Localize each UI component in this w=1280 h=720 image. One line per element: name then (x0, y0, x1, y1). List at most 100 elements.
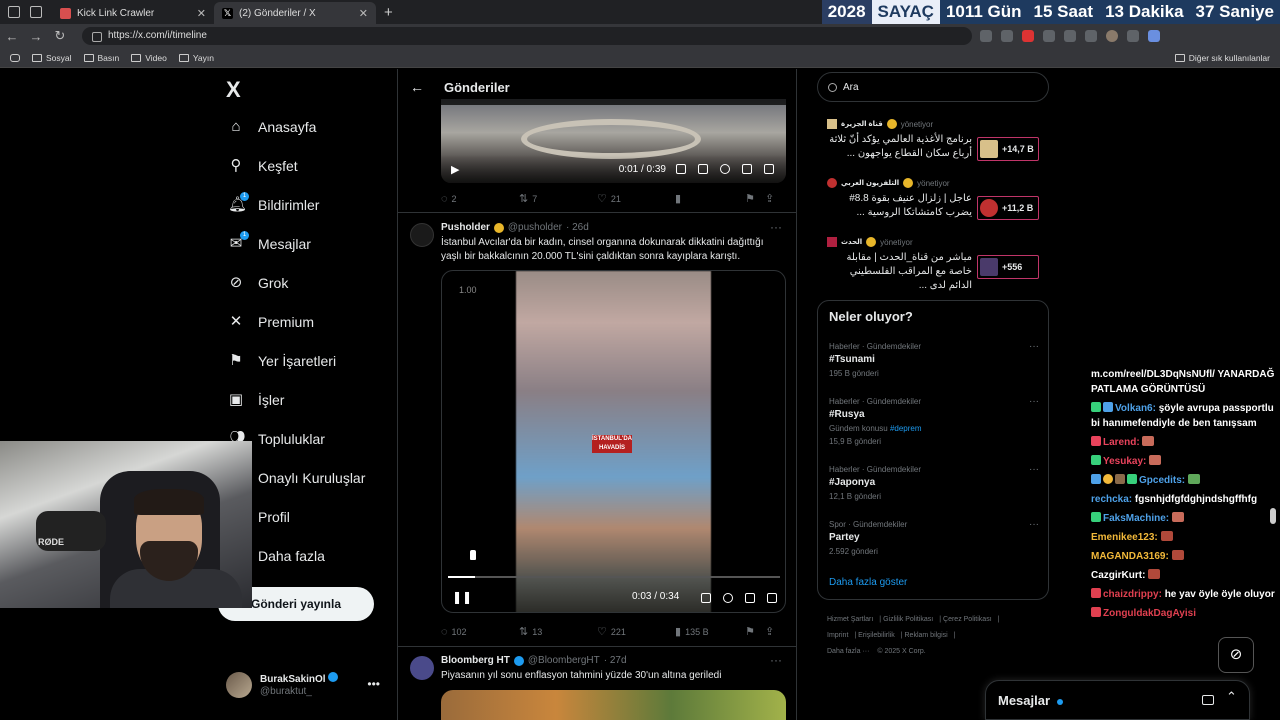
views-button[interactable]: ▮ (675, 192, 745, 205)
bookmark-button[interactable]: ⚑ (745, 625, 765, 638)
pip-icon[interactable] (742, 164, 752, 174)
tweet-age[interactable]: · 27d (604, 655, 627, 666)
new-tab-button[interactable]: + (384, 4, 393, 21)
back-arrow-icon[interactable]: ← (0, 29, 24, 44)
bookmarks-toggle-icon[interactable] (10, 53, 20, 62)
show-more-link[interactable]: Daha fazla göster (829, 577, 907, 588)
account-more-icon[interactable]: ••• (367, 677, 380, 691)
trend-more-icon[interactable]: ··· (1029, 341, 1039, 352)
extension-icon[interactable] (980, 30, 992, 42)
trend-item[interactable]: Haberler · Gündemdekiler #Tsunami 195 B … (829, 341, 1039, 380)
avatar[interactable] (410, 656, 434, 680)
like-button[interactable]: ♡ 221 (597, 625, 675, 638)
captions-icon[interactable] (676, 164, 686, 174)
volume-icon[interactable] (701, 593, 711, 603)
sidebar-item-jobs[interactable]: ▣ İşler (228, 392, 285, 409)
share-button[interactable]: ⇪ (765, 625, 774, 638)
url-input[interactable]: https://x.com/i/timeline (82, 27, 972, 45)
video-player-1[interactable]: ▶ 0:01 / 0:39 (441, 99, 786, 183)
profile-avatar-icon[interactable] (1106, 30, 1118, 42)
repost-button[interactable]: ⇅ 13 (519, 625, 597, 638)
page-scrollbar[interactable] (1270, 508, 1276, 524)
video-progress-bar[interactable] (448, 576, 780, 578)
pause-icon[interactable]: ❚❚ (452, 590, 472, 604)
sidebar-item-bookmarks[interactable]: ⚑ Yer İşaretleri (228, 353, 336, 370)
bookmark-folder-sosyal[interactable]: Sosyal (32, 53, 72, 63)
other-bookmarks[interactable]: Diğer sık kullanılanlar (1174, 53, 1270, 63)
pip-icon[interactable] (745, 593, 755, 603)
expand-icon[interactable]: ⌃ (1226, 689, 1237, 705)
footer-link[interactable]: Gizlilik Politikası (883, 616, 933, 623)
fullscreen-icon[interactable] (764, 164, 774, 174)
sidebar-item-premium[interactable]: ✕ Premium (228, 314, 314, 331)
extension-icon[interactable] (1001, 30, 1013, 42)
settings-icon[interactable] (723, 593, 733, 603)
footer-link[interactable]: Daha fazla ··· (827, 648, 869, 655)
tweet-age[interactable]: · 26d (566, 222, 589, 233)
repost-button[interactable]: ⇅ 7 (519, 192, 597, 205)
sidebar-item-explore[interactable]: ⚲ Keşfet (228, 158, 298, 175)
messages-dock[interactable]: Mesajlar ⌃ (985, 680, 1250, 720)
extension-icon[interactable] (1064, 30, 1076, 42)
fullscreen-icon[interactable] (767, 593, 777, 603)
browser-tab-x[interactable]: 𝕏 (2) Gönderiler / X ✕ (214, 2, 376, 24)
promoted-item[interactable]: الحدث yönetiyor مباشر من قناة_الحدث | مقا… (827, 237, 1047, 293)
tweet-image[interactable] (441, 690, 786, 720)
browser-tab-kick[interactable]: Kick Link Crawler ✕ (52, 2, 214, 24)
forward-arrow-icon[interactable]: → (24, 29, 48, 44)
reply-button[interactable]: ◌ 2 (441, 193, 519, 205)
trend-topic-link[interactable]: #deprem (890, 424, 922, 433)
workspaces-icon[interactable] (8, 6, 20, 18)
tweet-author-name[interactable]: Bloomberg HT (441, 655, 510, 666)
trend-item[interactable]: Haberler · Gündemdekiler #Japonya 12,1 B… (829, 464, 1039, 503)
tweet-author-name[interactable]: Pusholder (441, 222, 490, 233)
sidebar-item-grok[interactable]: ⊘ Grok (228, 275, 289, 292)
favorites-icon[interactable] (1085, 30, 1097, 42)
sidebar-item-home[interactable]: ⌂ Anasayfa (228, 119, 316, 136)
trend-item[interactable]: Spor · Gündemdekiler Partey 2.592 gönder… (829, 519, 1039, 558)
reload-icon[interactable]: ↻ (48, 28, 72, 44)
footer-link[interactable]: Çerez Politikası (943, 616, 992, 623)
search-input[interactable]: Ara (817, 72, 1049, 102)
promoted-item[interactable]: قناة الجزيرة yönetiyor برنامج الأغذية الع… (827, 119, 1047, 161)
sidebar-item-messages[interactable]: ✉ 1 Mesajlar (228, 231, 311, 252)
like-button[interactable]: ♡ 21 (597, 192, 675, 205)
avatar[interactable] (410, 223, 434, 247)
back-arrow-icon[interactable]: ← (410, 79, 424, 95)
close-tab-icon[interactable]: ✕ (197, 7, 206, 20)
footer-link[interactable]: Imprint (827, 632, 848, 639)
tweet-author-handle[interactable]: @BloombergHT (528, 655, 600, 666)
bookmark-button[interactable]: ⚑ (745, 192, 765, 205)
reply-button[interactable]: ◌ 102 (441, 626, 519, 638)
footer-link[interactable]: Erişilebilirlik (858, 632, 895, 639)
video-player-2[interactable]: 1.00 İSTANBUL'DA HAVADİS ❚❚ 0:03 / 0:34 (441, 270, 786, 613)
extension-icon[interactable] (1043, 30, 1055, 42)
close-tab-icon[interactable]: ✕ (359, 7, 368, 20)
account-switcher[interactable]: BurakSakinOl @buraktut_ ••• (226, 669, 386, 701)
settings-icon[interactable] (720, 164, 730, 174)
menu-dots-icon[interactable] (1127, 30, 1139, 42)
tab-actions-icon[interactable] (30, 6, 42, 18)
grok-floating-button[interactable]: ⊘ (1218, 637, 1254, 673)
tweet-more-icon[interactable]: ··· (770, 220, 782, 234)
bookmark-folder-video[interactable]: Video (131, 53, 167, 63)
volume-icon[interactable] (698, 164, 708, 174)
trend-more-icon[interactable]: ··· (1029, 464, 1039, 475)
bookmark-folder-basin[interactable]: Basın (83, 53, 119, 63)
trend-more-icon[interactable]: ··· (1029, 396, 1039, 407)
sidebar-item-notifications[interactable]: 🔔︎ 1 Bildirimler (228, 192, 319, 213)
compose-message-icon[interactable] (1202, 695, 1214, 705)
views-button[interactable]: ▮ 135 B (675, 625, 745, 638)
footer-link[interactable]: Reklam bilgisi (905, 632, 948, 639)
tweet-more-icon[interactable]: ··· (770, 653, 782, 667)
promoted-item[interactable]: التلفزيون العربي yönetiyor عاجل | زلزال ع… (827, 178, 1047, 220)
bookmark-folder-yayin[interactable]: Yayın (178, 53, 214, 63)
extension-icon[interactable] (1022, 30, 1034, 42)
play-icon[interactable]: ▶ (451, 163, 459, 176)
tweet-author-handle[interactable]: @pusholder (508, 222, 562, 233)
trend-item[interactable]: Haberler · Gündemdekiler #Rusya Gündem k… (829, 396, 1039, 448)
trend-more-icon[interactable]: ··· (1029, 519, 1039, 530)
copilot-icon[interactable] (1148, 30, 1160, 42)
share-button[interactable]: ⇪ (765, 192, 774, 205)
footer-link[interactable]: Hizmet Şartları (827, 616, 873, 623)
